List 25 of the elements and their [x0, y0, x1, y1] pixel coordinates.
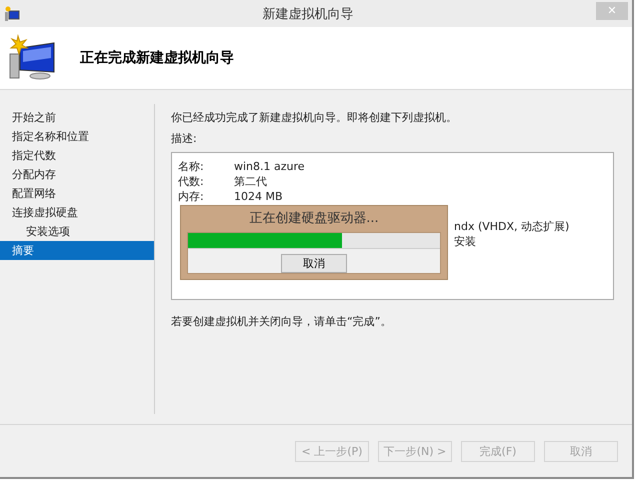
sidebar-item[interactable]: 安装选项	[0, 222, 154, 241]
field-value: win8.1 azure	[234, 159, 305, 174]
monitor-icon	[4, 6, 20, 22]
monitor-icon	[8, 34, 56, 82]
intro-text: 你已经成功完成了新建虚拟机向导。即将创建下列虚拟机。	[171, 110, 458, 125]
cancel-button[interactable]: 取消	[281, 254, 347, 273]
sidebar-item[interactable]: 分配内存	[0, 165, 154, 184]
sidebar-item[interactable]: 指定代数	[0, 146, 154, 165]
sidebar-item[interactable]: 开始之前	[0, 108, 154, 127]
sidebar-item[interactable]: 连接虚拟硬盘	[0, 203, 154, 222]
field-label: 内存:	[178, 189, 205, 204]
sidebar-item[interactable]: 配置网络	[0, 184, 154, 203]
sidebar-item[interactable]: 摘要	[0, 241, 154, 260]
field-value: 第二代	[234, 174, 267, 189]
page-heading: 正在完成新建虚拟机向导	[80, 49, 234, 67]
sidebar-item[interactable]: 指定名称和位置	[0, 127, 154, 146]
progress-title: 正在创建硬盘驱动器...	[248, 210, 380, 228]
field-value: 安装	[454, 234, 476, 249]
field-label: 代数:	[178, 174, 205, 189]
field-value: ndx (VHDX, 动态扩展)	[454, 219, 570, 234]
window-title: 新建虚拟机向导	[262, 6, 354, 22]
footer-note: 若要创建虚拟机并关闭向导，请单击“完成”。	[171, 314, 392, 329]
field-value: 1024 MB	[234, 189, 283, 204]
field-label: 名称:	[178, 159, 205, 174]
description-label: 描述:	[171, 131, 198, 146]
